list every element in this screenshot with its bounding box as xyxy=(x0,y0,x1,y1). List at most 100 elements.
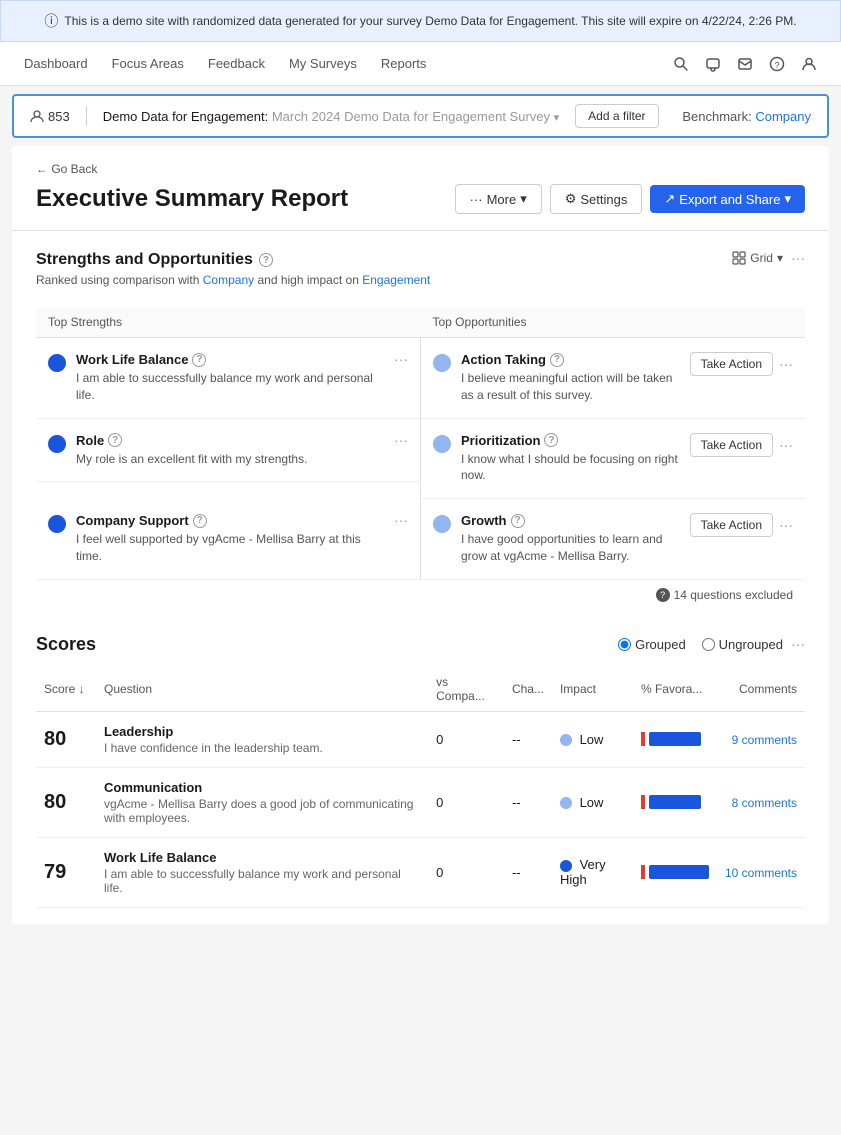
nav-bar: Dashboard Focus Areas Feedback My Survey… xyxy=(0,42,841,86)
strength-1-title: Work Life Balance ? xyxy=(76,352,384,367)
strength-2-cell: Role ? My role is an excellent fit with … xyxy=(36,419,421,500)
go-back-button[interactable]: ← Go Back xyxy=(36,162,805,176)
opportunity-1-title: Action Taking ? xyxy=(461,352,680,367)
score-2-bar-red xyxy=(641,795,645,809)
score-2-comments-link[interactable]: 8 comments xyxy=(732,796,797,810)
filter-bar: 853 Demo Data for Engagement: March 2024… xyxy=(12,94,829,138)
survey-dropdown-btn[interactable]: ▾ xyxy=(554,111,560,124)
engagement-link[interactable]: Engagement xyxy=(362,273,430,287)
score-3-bar xyxy=(633,837,717,907)
score-3-comments-link[interactable]: 10 comments xyxy=(725,866,797,880)
strength-2-info-icon[interactable]: ? xyxy=(108,433,122,447)
score-1-bar-container xyxy=(641,732,709,746)
score-1-bar-blue xyxy=(649,732,701,746)
score-row-2: 80 Communication vgAcme - Mellisa Barry … xyxy=(36,767,805,837)
help-icon[interactable]: ? xyxy=(769,56,785,72)
strength-3-desc: I feel well supported by vgAcme - Mellis… xyxy=(76,531,384,565)
strength-3-more-btn[interactable]: ··· xyxy=(394,513,408,527)
score-3-vs-company: 0 xyxy=(428,837,504,907)
strengths-info-icon[interactable]: ? xyxy=(259,253,273,267)
nav-feedback[interactable]: Feedback xyxy=(208,54,265,73)
header-divider xyxy=(12,230,829,231)
export-button[interactable]: ↗ Export and Share ▾ xyxy=(650,185,805,213)
more-button[interactable]: ··· More ▾ xyxy=(455,184,542,214)
strength-1-info-icon[interactable]: ? xyxy=(192,353,206,367)
nav-reports[interactable]: Reports xyxy=(381,54,427,73)
strength-1-desc: I am able to successfully balance my wor… xyxy=(76,370,384,404)
opportunity-2-more-btn[interactable]: ··· xyxy=(779,438,793,452)
benchmark-label: Benchmark: Company xyxy=(682,109,811,124)
score-3-value: 79 xyxy=(36,837,96,907)
report-header: Executive Summary Report ··· More ▾ ⚙ Se… xyxy=(36,184,805,214)
opportunity-3-content: Growth ? I have good opportunities to le… xyxy=(461,513,680,565)
take-action-2-button[interactable]: Take Action xyxy=(690,433,773,457)
opportunity-2-desc: I know what I should be focusing on righ… xyxy=(461,451,680,485)
search-icon[interactable] xyxy=(673,56,689,72)
opportunity-2-actions: Take Action ··· xyxy=(690,433,793,457)
pct-favorable-col-header: % Favora... xyxy=(633,667,717,712)
company-link[interactable]: Company xyxy=(203,273,254,287)
score-1-comments: 9 comments xyxy=(717,711,805,767)
strengths-title-group: Strengths and Opportunities ? Ranked usi… xyxy=(36,251,430,299)
nav-my-surveys[interactable]: My Surveys xyxy=(289,54,357,73)
account-icon[interactable] xyxy=(801,56,817,72)
opportunity-3-actions: Take Action ··· xyxy=(690,513,793,537)
ungrouped-label[interactable]: Ungrouped xyxy=(702,637,783,652)
score-3-question: Work Life Balance I am able to successfu… xyxy=(96,837,428,907)
score-1-change: -- xyxy=(504,711,552,767)
strength-1: Work Life Balance ? I am able to success… xyxy=(36,338,420,419)
nav-icons: ? xyxy=(673,56,817,72)
score-3-bar-blue xyxy=(649,865,709,879)
opportunity-3-dot xyxy=(433,515,451,533)
opportunity-3-more-btn[interactable]: ··· xyxy=(779,518,793,532)
nav-dashboard[interactable]: Dashboard xyxy=(24,54,88,73)
take-action-1-button[interactable]: Take Action xyxy=(690,352,773,376)
settings-button[interactable]: ⚙ Settings xyxy=(550,184,643,214)
take-action-3-button[interactable]: Take Action xyxy=(690,513,773,537)
strengths-subtitle: Ranked using comparison with Company and… xyxy=(36,273,430,287)
score-2-change: -- xyxy=(504,767,552,837)
strength-2-more-btn[interactable]: ··· xyxy=(394,433,408,447)
strengths-more-button[interactable]: ··· xyxy=(791,251,805,265)
score-3-comments: 10 comments xyxy=(717,837,805,907)
grid-view-button[interactable]: Grid ▾ xyxy=(732,251,783,265)
strength-1-more-btn[interactable]: ··· xyxy=(394,352,408,366)
strengths-row-3: Company Support ? I feel well supported … xyxy=(36,499,805,580)
report-title: Executive Summary Report xyxy=(36,185,348,213)
report-actions: ··· More ▾ ⚙ Settings ↗ Export and Share… xyxy=(455,184,805,214)
vs-company-col-header: vs Compa... xyxy=(428,667,504,712)
opportunity-2-dot xyxy=(433,435,451,453)
strength-1-content: Work Life Balance ? I am able to success… xyxy=(76,352,384,404)
opportunity-1-content: Action Taking ? I believe meaningful act… xyxy=(461,352,680,404)
strength-3-info-icon[interactable]: ? xyxy=(193,514,207,528)
opportunity-2-info-icon[interactable]: ? xyxy=(544,433,558,447)
group-toggle: Grouped Ungrouped xyxy=(618,637,783,652)
score-1-bar xyxy=(633,711,717,767)
opportunity-1-actions: Take Action ··· xyxy=(690,352,793,376)
opportunity-1-cell: Action Taking ? I believe meaningful act… xyxy=(421,338,806,419)
notifications-icon[interactable] xyxy=(705,56,721,72)
opportunity-1-more-btn[interactable]: ··· xyxy=(779,357,793,371)
grouped-label[interactable]: Grouped xyxy=(618,637,686,652)
strength-3-cell: Company Support ? I feel well supported … xyxy=(36,499,421,580)
comments-col-header: Comments xyxy=(717,667,805,712)
grouped-radio[interactable] xyxy=(618,638,631,651)
nav-focus-areas[interactable]: Focus Areas xyxy=(112,54,184,73)
score-1-comments-link[interactable]: 9 comments xyxy=(732,733,797,747)
score-3-impact-dot xyxy=(560,860,572,872)
benchmark-link[interactable]: Company xyxy=(755,109,811,124)
opportunity-3-info-icon[interactable]: ? xyxy=(511,514,525,528)
score-2-vs-company: 0 xyxy=(428,767,504,837)
mail-icon[interactable] xyxy=(737,56,753,72)
opportunity-2-title: Prioritization ? xyxy=(461,433,680,448)
add-filter-button[interactable]: Add a filter xyxy=(575,104,658,128)
strengths-section: Strengths and Opportunities ? Ranked usi… xyxy=(36,251,805,610)
scores-table: Score ↓ Question vs Compa... Cha... Impa… xyxy=(36,667,805,908)
strengths-section-title: Strengths and Opportunities ? xyxy=(36,251,430,269)
score-2-impact: Low xyxy=(552,767,633,837)
opportunity-1-info-icon[interactable]: ? xyxy=(550,353,564,367)
ungrouped-radio[interactable] xyxy=(702,638,715,651)
main-content: ← Go Back Executive Summary Report ··· M… xyxy=(12,146,829,924)
strengths-table: Top Strengths Top Opportunities Work Lif… xyxy=(36,307,805,580)
scores-more-button[interactable]: ··· xyxy=(791,637,805,651)
